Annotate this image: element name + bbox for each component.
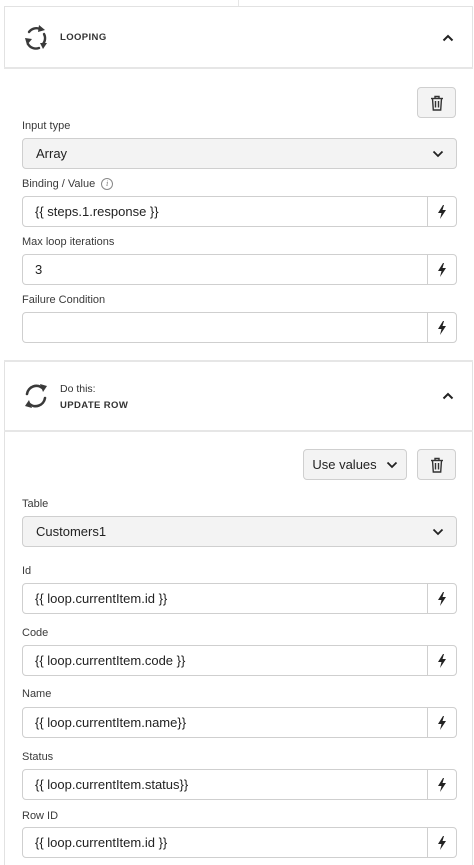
- code-input[interactable]: {{ loop.currentItem.code }}: [23, 646, 427, 675]
- update-row-header[interactable]: [4, 362, 473, 430]
- chevron-down-icon: [386, 461, 397, 468]
- input-type-label: Input type: [22, 120, 71, 132]
- binding-input[interactable]: {{ steps.1.response }}: [23, 197, 427, 226]
- info-icon[interactable]: i: [101, 178, 114, 191]
- failure-condition-label: Failure Condition: [22, 294, 106, 306]
- status-input[interactable]: {{ loop.currentItem.status}}: [23, 770, 427, 799]
- collapse-looping-button[interactable]: [438, 28, 458, 48]
- binding-label: Binding / Value i: [22, 178, 114, 191]
- binding-field[interactable]: {{ steps.1.response }}: [22, 196, 457, 227]
- looping-title: LOOPING: [60, 32, 107, 43]
- id-bindings-button[interactable]: [427, 584, 456, 613]
- table-value: Customers1: [36, 524, 107, 539]
- table-label: Table: [22, 498, 49, 510]
- bolt-icon: [438, 204, 446, 219]
- row-id-bindings-button[interactable]: [427, 828, 456, 857]
- bolt-icon: [438, 262, 446, 277]
- chevron-up-icon: [442, 392, 454, 400]
- use-values-label: Use values: [312, 457, 377, 472]
- failure-condition-field[interactable]: [22, 312, 457, 343]
- bolt-icon: [438, 715, 446, 730]
- bolt-icon: [438, 835, 446, 850]
- id-label: Id: [22, 565, 32, 577]
- code-bindings-button[interactable]: [427, 646, 456, 675]
- bolt-icon: [438, 653, 446, 668]
- input-type-value: Array: [36, 146, 68, 161]
- delete-step-button[interactable]: [417, 449, 456, 480]
- row-id-input[interactable]: {{ loop.currentItem.id }}: [23, 828, 427, 857]
- code-field[interactable]: {{ loop.currentItem.code }}: [22, 645, 457, 676]
- status-label: Status: [22, 751, 54, 763]
- refresh-icon: [25, 384, 47, 408]
- update-row-subtitle: Do this:: [60, 383, 96, 395]
- failure-condition-bindings-button[interactable]: [427, 313, 456, 342]
- row-id-field[interactable]: {{ loop.currentItem.id }}: [22, 827, 457, 858]
- trash-icon: [430, 457, 443, 473]
- status-bindings-button[interactable]: [427, 770, 456, 799]
- code-label: Code: [22, 627, 49, 639]
- name-input[interactable]: {{ loop.currentItem.name}}: [23, 708, 427, 737]
- name-field[interactable]: {{ loop.currentItem.name}}: [22, 707, 457, 738]
- id-input[interactable]: {{ loop.currentItem.id }}: [23, 584, 427, 613]
- input-type-select[interactable]: Array: [22, 138, 457, 169]
- update-row-title: UPDATE ROW: [60, 400, 129, 411]
- chevron-down-icon: [432, 528, 444, 535]
- delete-loop-button[interactable]: [417, 87, 456, 118]
- max-iterations-bindings-button[interactable]: [427, 255, 456, 284]
- trash-icon: [430, 95, 443, 111]
- table-select[interactable]: Customers1: [22, 516, 457, 547]
- failure-condition-input[interactable]: [23, 313, 427, 342]
- max-iterations-label: Max loop iterations: [22, 236, 115, 248]
- chevron-down-icon: [432, 150, 444, 157]
- chevron-up-icon: [442, 34, 454, 42]
- status-field[interactable]: {{ loop.currentItem.status}}: [22, 769, 457, 800]
- name-label: Name: [22, 688, 52, 700]
- binding-bindings-button[interactable]: [427, 197, 456, 226]
- binding-label-text: Binding / Value: [22, 178, 96, 190]
- collapse-update-row-button[interactable]: [438, 386, 458, 406]
- bolt-icon: [438, 591, 446, 606]
- bolt-icon: [438, 320, 446, 335]
- row-id-label: Row ID: [22, 810, 59, 822]
- name-bindings-button[interactable]: [427, 708, 456, 737]
- looping-header-divider: [4, 67, 473, 69]
- use-values-button[interactable]: Use values: [303, 449, 407, 480]
- max-iterations-field[interactable]: 3: [22, 254, 457, 285]
- loop-icon: [25, 25, 47, 50]
- bolt-icon: [438, 777, 446, 792]
- id-field[interactable]: {{ loop.currentItem.id }}: [22, 583, 457, 614]
- max-iterations-input[interactable]: 3: [23, 255, 427, 284]
